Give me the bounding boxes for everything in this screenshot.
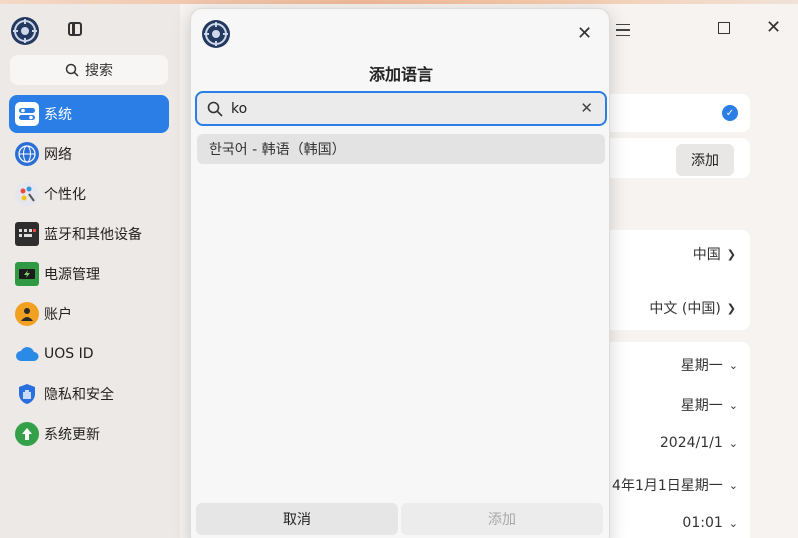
region-format-value: 中文 (中国) xyxy=(649,301,721,317)
window-close-icon[interactable]: ✕ xyxy=(766,17,781,38)
control-center-logo-icon xyxy=(202,20,230,48)
sidebar-item-label: 蓝牙和其他设备 xyxy=(44,227,142,243)
sidebar-item-system[interactable]: 系统 xyxy=(9,95,169,133)
sidebar-item-label: 系统更新 xyxy=(44,427,100,443)
language-result-item[interactable]: 한국어 - 韩语（韩国） xyxy=(197,134,605,164)
long-date-value: 4年1月1日星期一 xyxy=(612,478,723,494)
sidebar-item-label: 隐私和安全 xyxy=(44,387,114,403)
language-search-input[interactable] xyxy=(231,100,561,117)
chevron-right-icon: ❯ xyxy=(726,301,736,315)
sidebar-item-label: 个性化 xyxy=(44,187,86,203)
sidebar-item-system-update[interactable]: 系统更新 xyxy=(9,415,169,453)
sidebar-item-label: 系统 xyxy=(44,107,72,123)
sidebar-nav: 系统 网络 个性化 蓝牙和其他设备 电源管理 账户 UOS ID 隐私和安全 系… xyxy=(9,95,169,455)
sidebar-item-label: 账户 xyxy=(44,307,72,323)
chevron-down-icon: ⌄ xyxy=(728,478,738,492)
user-icon xyxy=(15,302,39,326)
clear-search-icon[interactable]: ✕ xyxy=(580,99,593,117)
sidebar-toggle-icon[interactable] xyxy=(68,22,82,36)
control-center-logo-icon xyxy=(11,17,39,45)
globe-icon xyxy=(15,142,39,166)
selected-check-icon: ✓ xyxy=(722,105,738,121)
search-icon xyxy=(65,63,79,77)
sidebar-item-label: UOS ID xyxy=(44,346,94,362)
cancel-button[interactable]: 取消 xyxy=(196,503,398,535)
system-toggle-icon xyxy=(15,102,39,126)
sidebar-item-power[interactable]: 电源管理 xyxy=(9,255,169,293)
chevron-down-icon: ⌄ xyxy=(728,358,738,372)
update-gear-icon xyxy=(15,422,39,446)
dialog-close-icon[interactable]: ✕ xyxy=(577,23,592,44)
dialog-title: 添加语言 xyxy=(368,65,433,84)
long-date-select[interactable]: 4年1月1日星期一 ⌄ xyxy=(612,475,738,495)
cloud-icon xyxy=(15,342,39,366)
sidebar-search-label: 搜索 xyxy=(85,63,113,79)
first-day-select[interactable]: 星期一 ⌄ xyxy=(681,355,738,375)
first-day-value: 星期一 xyxy=(680,358,723,374)
chevron-down-icon: ⌄ xyxy=(728,516,738,530)
search-icon xyxy=(207,101,223,117)
time-value: 01:01 xyxy=(682,515,723,531)
sidebar-search[interactable]: 搜索 xyxy=(10,55,168,85)
add-language-dialog: ✕ 添加语言 ✕ 한국어 - 韩语（韩国） 取消 添加 xyxy=(190,8,610,538)
add-button[interactable]: 添加 xyxy=(401,503,603,535)
region-value: 中国 xyxy=(692,247,721,263)
sidebar-item-network[interactable]: 网络 xyxy=(9,135,169,173)
sidebar-item-uos-id[interactable]: UOS ID xyxy=(9,335,169,373)
short-week-select[interactable]: 星期一 ⌄ xyxy=(681,395,738,415)
sidebar-item-label: 网络 xyxy=(44,147,72,163)
sidebar-item-personalization[interactable]: 个性化 xyxy=(9,175,169,213)
sidebar-item-bluetooth-devices[interactable]: 蓝牙和其他设备 xyxy=(9,215,169,253)
chevron-down-icon: ❯ xyxy=(726,247,736,261)
menu-icon[interactable] xyxy=(616,24,630,36)
region-format-link[interactable]: 中文 (中国) ❯ xyxy=(649,298,736,318)
time-select[interactable]: 01:01 ⌄ xyxy=(682,515,738,531)
sidebar-item-label: 电源管理 xyxy=(44,267,100,283)
short-week-value: 星期一 xyxy=(680,398,723,414)
sidebar: 搜索 系统 网络 个性化 蓝牙和其他设备 电源管理 账户 UOS ID 隐私和安… xyxy=(0,4,180,538)
keyboard-icon xyxy=(15,222,39,246)
short-date-select[interactable]: 2024/1/1 ⌄ xyxy=(660,435,738,451)
battery-icon xyxy=(15,262,39,286)
short-date-value: 2024/1/1 xyxy=(659,435,723,451)
sidebar-item-accounts[interactable]: 账户 xyxy=(9,295,169,333)
sidebar-item-privacy-security[interactable]: 隐私和安全 xyxy=(9,375,169,413)
add-language-button[interactable]: 添加 xyxy=(676,144,734,176)
shield-icon xyxy=(15,382,39,406)
language-search-field[interactable]: ✕ xyxy=(195,91,607,126)
region-select[interactable]: 中国 ❯ xyxy=(693,244,736,264)
chevron-down-icon: ⌄ xyxy=(728,398,738,412)
palette-icon xyxy=(15,182,39,206)
maximize-icon[interactable] xyxy=(718,22,730,34)
chevron-down-icon: ⌄ xyxy=(728,436,738,450)
